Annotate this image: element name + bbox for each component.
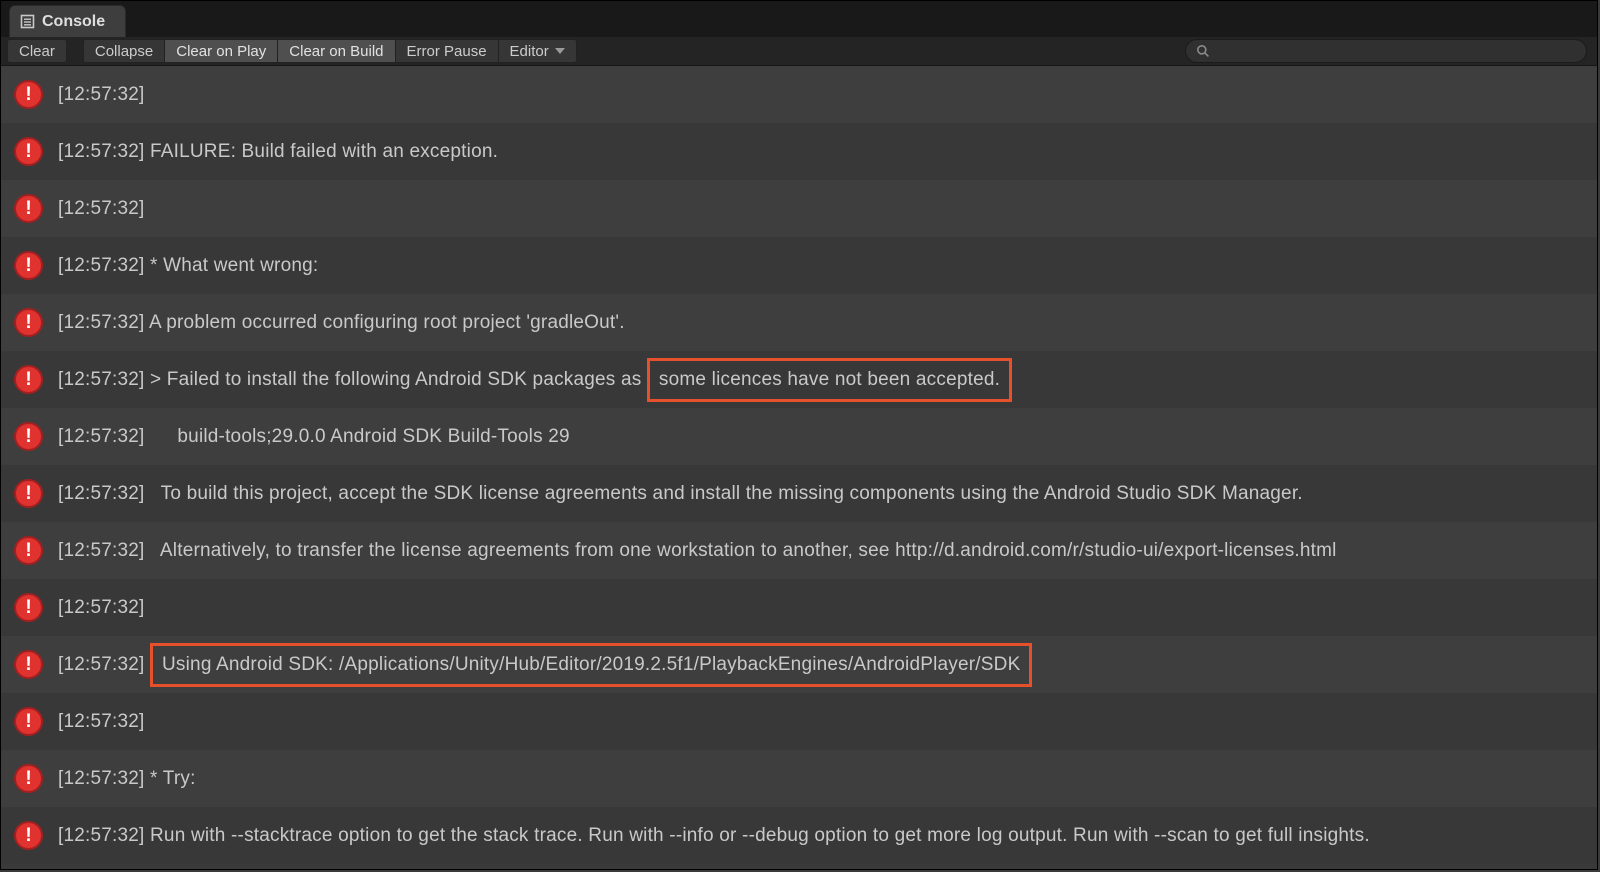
error-icon: ! <box>14 821 43 850</box>
chevron-down-icon <box>555 48 565 54</box>
log-time: [12:57:32] <box>58 825 145 847</box>
log-message: [12:57:32] <box>58 84 145 106</box>
log-time: [12:57:32] <box>58 84 145 106</box>
log-time: [12:57:32] <box>58 198 145 220</box>
log-text: Run with --stacktrace option to get the … <box>145 825 1370 847</box>
console-log-row[interactable]: ! [12:57:32] Using Android SDK: /Applica… <box>1 636 1597 693</box>
search-icon <box>1196 44 1210 58</box>
console-log-row[interactable]: ! [12:57:32] To build this project, acce… <box>1 465 1597 522</box>
log-message: [12:57:32] FAILURE: Build failed with an… <box>58 141 498 163</box>
log-text: A problem occurred configuring root proj… <box>145 312 625 334</box>
log-message: [12:57:32] To build this project, accept… <box>58 483 1303 505</box>
log-time: [12:57:32] <box>58 597 145 619</box>
console-log-row[interactable]: ! [12:57:32] Alternatively, to transfer … <box>1 522 1597 579</box>
tab-bar: Console <box>1 1 1597 37</box>
log-message: [12:57:32] Using Android SDK: /Applicati… <box>58 643 1032 687</box>
console-log-row[interactable]: ! [12:57:32] FAILURE: Build failed with … <box>1 123 1597 180</box>
error-icon: ! <box>14 365 43 394</box>
error-pause-button[interactable]: Error Pause <box>395 39 499 63</box>
log-text: FAILURE: Build failed with an exception. <box>145 141 499 163</box>
editor-dropdown-label: Editor <box>510 43 549 60</box>
log-message: [12:57:32] * Try: <box>58 768 196 790</box>
log-time: [12:57:32] <box>58 540 145 562</box>
console-log-row[interactable]: ! [12:57:32] * Try: <box>1 750 1597 807</box>
error-icon: ! <box>14 308 43 337</box>
editor-dropdown[interactable]: Editor <box>498 39 577 63</box>
log-message: [12:57:32] * What went wrong: <box>58 255 318 277</box>
log-text: > Failed to install the following Androi… <box>145 369 647 391</box>
log-time: [12:57:32] <box>58 141 145 163</box>
log-text: build-tools;29.0.0 Android SDK Build-Too… <box>145 426 570 448</box>
log-message: [12:57:32] <box>58 711 145 733</box>
log-message: [12:57:32] Alternatively, to transfer th… <box>58 540 1337 562</box>
console-log-row[interactable]: ! [12:57:32] <box>1 579 1597 636</box>
log-message: [12:57:32] A problem occurred configurin… <box>58 312 625 334</box>
error-icon: ! <box>14 194 43 223</box>
log-time: [12:57:32] <box>58 369 145 391</box>
console-log-row[interactable]: ! [12:57:32] <box>1 693 1597 750</box>
console-toolbar: Clear Collapse Clear on Play Clear on Bu… <box>1 37 1597 66</box>
error-icon: ! <box>14 536 43 565</box>
log-text: Alternatively, to transfer the license a… <box>145 540 1337 562</box>
console-log-row[interactable]: ! [12:57:32] Run with --stacktrace optio… <box>1 807 1597 864</box>
log-text: To build this project, accept the SDK li… <box>145 483 1303 505</box>
log-time: [12:57:32] <box>58 483 145 505</box>
log-text: * Try: <box>145 768 196 790</box>
annotation-box: Using Android SDK: /Applications/Unity/H… <box>150 643 1032 687</box>
error-icon: ! <box>14 80 43 109</box>
console-log-row[interactable]: ! [12:57:32] A problem occurred configur… <box>1 294 1597 351</box>
log-message: [12:57:32] build-tools;29.0.0 Android SD… <box>58 426 570 448</box>
log-message: [12:57:32] > Failed to install the follo… <box>58 358 1012 402</box>
error-icon: ! <box>14 479 43 508</box>
console-window: Console Clear Collapse Clear on Play Cle… <box>0 0 1598 870</box>
console-log-list: ! [12:57:32] ! [12:57:32] FAILURE: Build… <box>1 66 1597 869</box>
clear-on-play-button[interactable]: Clear on Play <box>164 39 278 63</box>
error-icon: ! <box>14 251 43 280</box>
annotation-box: some licences have not been accepted. <box>647 358 1012 402</box>
search-field[interactable] <box>1185 39 1587 63</box>
error-icon: ! <box>14 764 43 793</box>
console-log-row[interactable]: ! [12:57:32] <box>1 66 1597 123</box>
error-icon: ! <box>14 707 43 736</box>
console-log-row[interactable]: ! [12:57:32] <box>1 180 1597 237</box>
toolbar-toggle-group: Collapse Clear on Play Clear on Build Er… <box>83 39 577 63</box>
log-message: [12:57:32] Run with --stacktrace option … <box>58 825 1370 847</box>
console-log-row[interactable]: ! [12:57:32] * What went wrong: <box>1 237 1597 294</box>
console-log-row[interactable]: ! [12:57:32] > Failed to install the fol… <box>1 351 1597 408</box>
tab-label: Console <box>42 13 105 31</box>
log-time: [12:57:32] <box>58 711 145 733</box>
console-list-icon <box>20 14 35 29</box>
collapse-button[interactable]: Collapse <box>83 39 165 63</box>
tab-console[interactable]: Console <box>9 5 126 37</box>
log-text: * What went wrong: <box>145 255 319 277</box>
error-icon: ! <box>14 137 43 166</box>
clear-button[interactable]: Clear <box>7 39 67 63</box>
console-log-row[interactable]: ! [12:57:32] build-tools;29.0.0 Android … <box>1 408 1597 465</box>
log-time: [12:57:32] <box>58 768 145 790</box>
log-message: [12:57:32] <box>58 597 145 619</box>
error-icon: ! <box>14 422 43 451</box>
log-time: [12:57:32] <box>58 312 145 334</box>
log-time: [12:57:32] <box>58 654 145 676</box>
log-time: [12:57:32] <box>58 426 145 448</box>
error-icon: ! <box>14 650 43 679</box>
log-time: [12:57:32] <box>58 255 145 277</box>
log-message: [12:57:32] <box>58 198 145 220</box>
error-icon: ! <box>14 593 43 622</box>
clear-on-build-button[interactable]: Clear on Build <box>277 39 395 63</box>
search-input[interactable] <box>1216 42 1576 60</box>
